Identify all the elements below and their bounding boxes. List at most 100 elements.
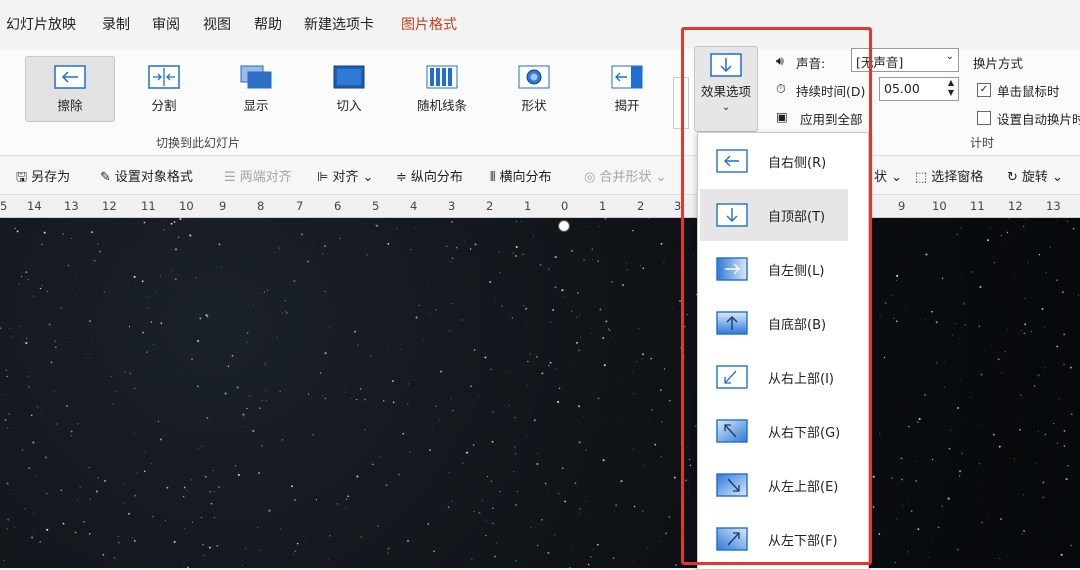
star [541, 240, 542, 241]
star [407, 403, 408, 404]
auto-advance-checkbox[interactable] [977, 111, 991, 125]
align-button[interactable]: ⊫对齐 ⌄ [317, 166, 373, 185]
tab-review[interactable]: 审阅 [152, 14, 180, 34]
star [902, 505, 903, 506]
star [419, 305, 420, 306]
star [294, 499, 296, 501]
star [337, 448, 338, 449]
star [534, 419, 536, 421]
star [901, 458, 903, 460]
selection-pane-icon: ⬚ [915, 170, 927, 185]
star [213, 470, 214, 471]
star [579, 558, 580, 559]
tab-view[interactable]: 视图 [203, 14, 231, 34]
star [346, 499, 347, 500]
star [593, 549, 594, 550]
star [376, 225, 378, 227]
star [118, 542, 119, 543]
save-as-button[interactable]: 🖫另存为 [16, 166, 70, 190]
distribute-horizontal-button[interactable]: ⫴横向分布 [490, 166, 551, 185]
star [1071, 414, 1072, 415]
on-click-checkbox[interactable]: ✓ [977, 83, 991, 97]
star [153, 344, 154, 345]
star [112, 403, 114, 405]
star [261, 445, 262, 446]
star [128, 284, 129, 285]
justify-button[interactable]: ☰两端对齐 [224, 166, 292, 185]
star [277, 337, 278, 338]
star [216, 402, 217, 403]
star [894, 318, 895, 319]
tab-slideshow[interactable]: 幻灯片放映 [6, 14, 76, 34]
star [601, 416, 602, 417]
transition-split[interactable]: 分割 [119, 56, 209, 122]
star [329, 535, 330, 536]
star [25, 342, 27, 344]
star [252, 430, 254, 432]
star [124, 503, 125, 504]
star [142, 332, 144, 334]
shape-dropdown[interactable]: 状 ⌄ [874, 166, 902, 185]
transition-uncover[interactable]: 揭开 [582, 56, 672, 122]
star [525, 308, 527, 310]
timing-caption: 计时 [970, 134, 994, 151]
star [959, 475, 960, 476]
ruler-label: 9 [898, 199, 905, 213]
star [155, 291, 156, 292]
star [957, 407, 959, 409]
transition-reveal[interactable]: 显示 [211, 56, 301, 122]
star [1055, 562, 1056, 563]
duration-input[interactable]: 05.00 ▲▼ [879, 77, 959, 101]
ruler-label: 10 [179, 199, 194, 213]
star [917, 421, 918, 422]
transition-shape[interactable]: 形状 [489, 56, 579, 122]
star [1024, 298, 1025, 299]
spinner-icon[interactable]: ▲▼ [948, 78, 954, 98]
rotate-button[interactable]: ↻旋转 ⌄ [1007, 166, 1063, 185]
star [515, 504, 516, 505]
star [357, 227, 358, 228]
star [1061, 554, 1063, 556]
tab-record[interactable]: 录制 [102, 14, 130, 34]
ruler-label: 2 [486, 199, 493, 213]
star [541, 519, 543, 521]
distribute-vertical-button[interactable]: ≑纵向分布 [396, 166, 463, 185]
format-object-button[interactable]: ✎设置对象格式 [100, 166, 193, 185]
star [575, 482, 577, 484]
star [54, 219, 55, 220]
transition-cut[interactable]: 切入 [304, 56, 394, 122]
star [1053, 423, 1054, 424]
star [94, 260, 96, 262]
star [936, 321, 938, 323]
star [446, 245, 448, 247]
star [62, 233, 63, 234]
save-as-label: 另存为 [31, 170, 70, 185]
star [979, 286, 981, 288]
chevron-down-icon: ⌄ [946, 51, 954, 62]
tab-new[interactable]: 新建选项卡 [304, 14, 374, 34]
star [91, 231, 93, 233]
star [134, 540, 136, 542]
star [633, 449, 634, 450]
advance-title: 换片方式 [973, 53, 1023, 72]
star [1057, 442, 1058, 443]
transition-wipe[interactable]: 擦除 [25, 56, 115, 122]
selection-pane-button[interactable]: ⬚选择窗格 [915, 166, 983, 185]
star [429, 449, 431, 451]
rotation-handle[interactable] [558, 220, 570, 232]
star [971, 271, 972, 272]
star [386, 484, 388, 486]
tab-help[interactable]: 帮助 [254, 14, 282, 34]
star [172, 270, 173, 271]
slide-canvas[interactable] [0, 218, 1080, 568]
star [452, 303, 453, 304]
star [392, 380, 394, 382]
tab-picture-format[interactable]: 图片格式 [401, 14, 457, 34]
star [956, 234, 958, 236]
transition-random-bars[interactable]: 随机线条 [397, 56, 487, 122]
star [516, 246, 518, 248]
star [894, 562, 896, 564]
merge-shapes-button[interactable]: ◎合并形状 ⌄ [584, 166, 666, 185]
ruler-label: 9 [219, 199, 226, 213]
star [316, 261, 317, 262]
